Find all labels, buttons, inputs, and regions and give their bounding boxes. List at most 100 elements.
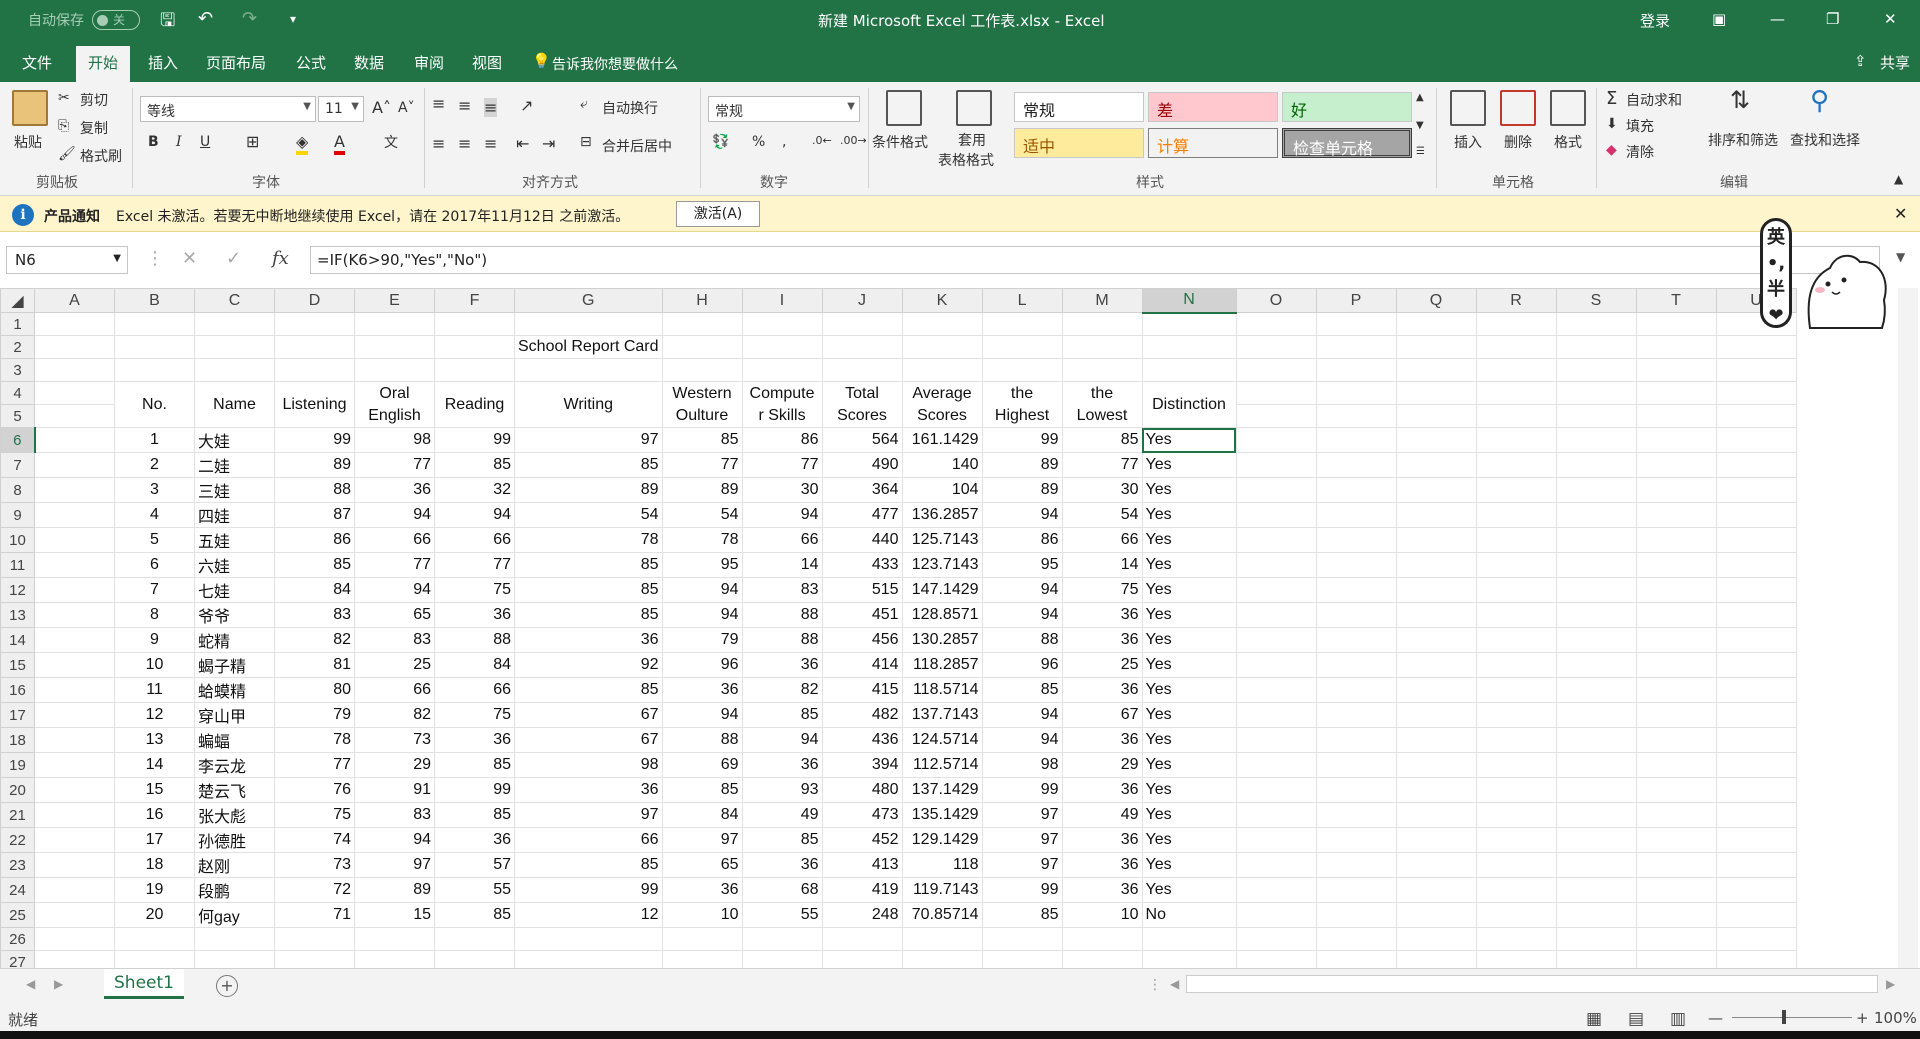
cell[interactable]: 36 [741,852,823,878]
column-title-cell[interactable]: the Highest [981,381,1063,428]
cell[interactable] [1315,702,1397,728]
cell[interactable]: 415 [821,677,903,703]
cell[interactable] [1555,627,1637,653]
cancel-icon[interactable]: ✕ [182,248,197,269]
cell[interactable] [1635,727,1717,753]
cell[interactable]: 6 [114,552,195,578]
cell[interactable]: 4 [114,502,195,528]
autosum-button[interactable]: 自动求和 [1626,90,1682,110]
cell[interactable] [1475,677,1557,703]
cell[interactable]: 94 [354,827,435,853]
cell[interactable] [1635,652,1717,678]
font-size-select[interactable]: 11 ▼ [318,96,364,122]
cell[interactable] [1555,802,1637,828]
cell[interactable] [1715,852,1797,878]
cell[interactable] [114,950,195,968]
cell[interactable]: 94 [981,727,1063,753]
cell[interactable]: 452 [821,827,903,853]
cell[interactable] [1715,358,1797,382]
cell[interactable]: Yes [1141,477,1237,503]
cell[interactable]: 480 [821,777,903,803]
cell[interactable] [1635,677,1717,703]
cell[interactable] [1395,902,1477,928]
styles-scroll-down-icon[interactable]: ▼ [1416,120,1424,131]
share-icon[interactable]: ⇪ [1854,52,1867,70]
worksheet-grid[interactable]: ◢ A B C D E F G H I J K L M N O P Q R S T U 1 2 School Report C… [0,288,1920,968]
cell[interactable] [434,312,515,336]
cell[interactable]: 55 [434,877,515,903]
close-icon[interactable]: ✕ [1894,204,1907,223]
cell[interactable] [1395,502,1477,528]
column-title-cell[interactable]: Western Oulture [661,381,743,428]
cell[interactable]: 70.85714 [901,902,983,928]
cell[interactable] [741,358,823,382]
cell[interactable] [1235,827,1317,853]
cell[interactable]: 94 [981,602,1063,628]
cell[interactable] [1715,727,1797,753]
cell[interactable] [1061,950,1143,968]
cell[interactable]: 136.2857 [901,502,983,528]
cell[interactable]: 77 [741,452,823,478]
cell[interactable]: 413 [821,852,903,878]
row-header[interactable]: 1 [0,312,35,336]
cell[interactable] [1315,427,1397,453]
login-link[interactable]: 登录 [1640,10,1670,31]
cell[interactable]: 5 [114,527,195,553]
cell[interactable] [661,950,743,968]
align-bottom-icon[interactable]: ≡ [484,98,498,117]
cell[interactable] [1315,527,1397,553]
bold-icon[interactable]: B [148,134,159,150]
column-header[interactable]: D [274,288,355,313]
cell[interactable]: 248 [821,902,903,928]
cell[interactable] [1555,502,1637,528]
cell[interactable] [1235,381,1317,405]
cell[interactable] [1395,427,1477,453]
cell[interactable] [1235,477,1317,503]
report-title[interactable]: School Report Card [514,335,663,359]
cell[interactable]: 79 [661,627,743,653]
cell[interactable]: 118.2857 [901,652,983,678]
column-title-cell[interactable]: the Lowest [1061,381,1143,428]
cell[interactable] [1235,502,1317,528]
add-sheet-icon[interactable]: + [216,975,238,997]
cell[interactable] [1635,702,1717,728]
cell[interactable]: 爷爷 [194,602,275,628]
cell[interactable] [1235,358,1317,382]
cut-button[interactable]: 剪切 [80,90,108,110]
cell[interactable]: 94 [981,577,1063,603]
cell[interactable] [1715,877,1797,903]
comma-icon[interactable]: , [782,134,786,150]
cell[interactable]: 蛤蟆精 [194,677,275,703]
row-header[interactable]: 13 [0,602,35,628]
copy-button[interactable]: 复制 [80,118,108,138]
cell[interactable]: 130.2857 [901,627,983,653]
cell[interactable] [514,950,663,968]
cell[interactable]: 99 [514,877,663,903]
cell[interactable] [1635,802,1717,828]
cell[interactable] [1715,627,1797,653]
cell[interactable] [1635,752,1717,778]
cell[interactable] [1315,802,1397,828]
increase-indent-icon[interactable]: ⇥ [542,134,555,153]
cell[interactable] [1555,902,1637,928]
cell[interactable] [1475,877,1557,903]
cell[interactable]: 98 [981,752,1063,778]
cell[interactable] [1635,452,1717,478]
column-header[interactable]: N [1141,288,1237,314]
cell[interactable]: 94 [354,502,435,528]
tab-home[interactable]: 开始 [76,46,131,82]
row-header[interactable]: 25 [0,902,35,928]
currency-icon[interactable]: 💱 [712,134,729,150]
cell[interactable] [34,902,115,928]
row-header[interactable]: 22 [0,827,35,853]
cell[interactable]: 14 [741,552,823,578]
cell[interactable]: 四娃 [194,502,275,528]
cell[interactable] [434,335,515,359]
cell[interactable]: 74 [274,827,355,853]
cell[interactable] [1395,652,1477,678]
zoom-in-icon[interactable]: + [1856,1009,1869,1027]
column-title-cell[interactable]: Distinction [1141,381,1237,428]
cell[interactable] [1395,381,1477,405]
cell[interactable]: 13 [114,727,195,753]
cell[interactable]: 88 [741,602,823,628]
